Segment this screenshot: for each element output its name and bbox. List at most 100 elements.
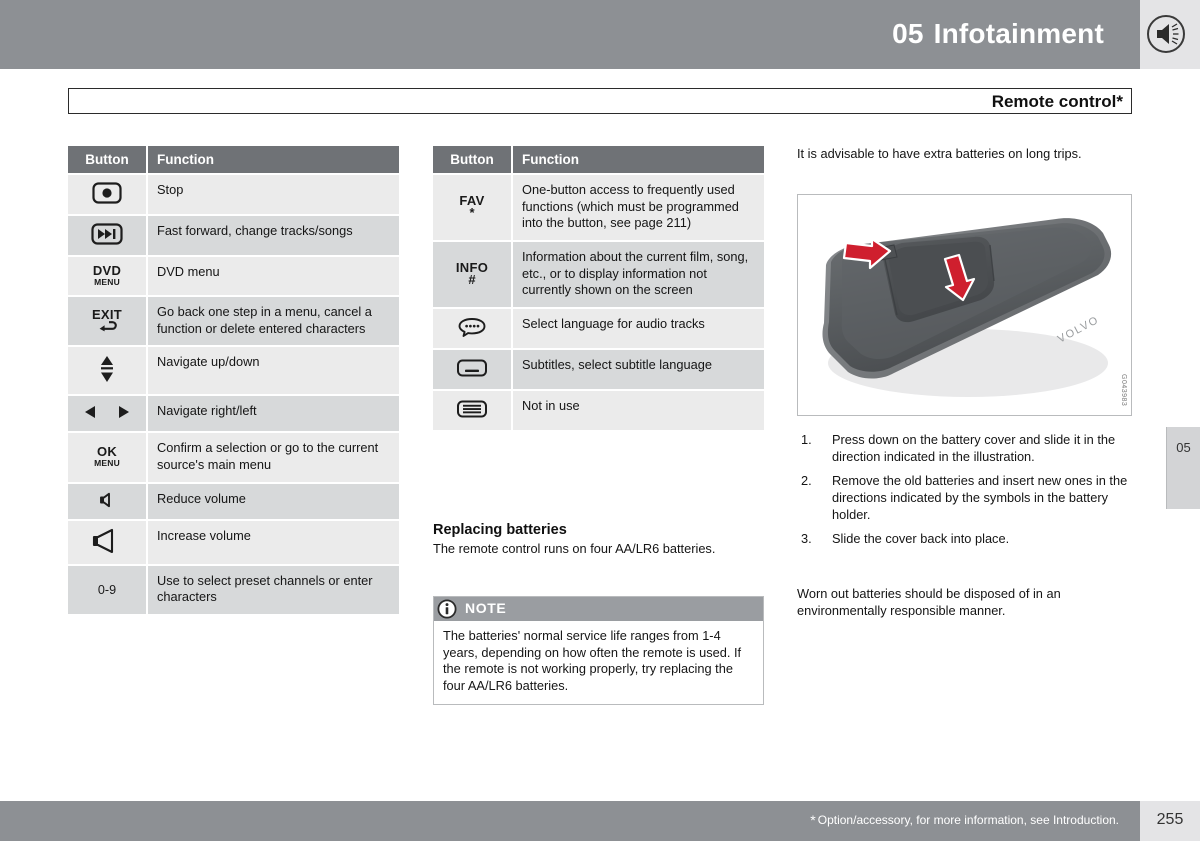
button-cell xyxy=(68,215,148,257)
replacing-batteries-intro: The remote control runs on four AA/LR6 b… xyxy=(433,541,716,556)
header-divider xyxy=(0,69,1200,75)
button-function-table-middle: Button Function FAV * One-button access … xyxy=(433,146,764,432)
exit-icon: EXIT xyxy=(92,308,122,335)
button-function-table-left: Button Function Stop Fast forward, chang… xyxy=(68,146,399,616)
function-cell: Go back one step in a menu, cancel a fun… xyxy=(147,296,399,348)
disposal-note: Worn out batteries should be disposed of… xyxy=(797,586,1061,618)
remote-control-illustration: VOLVO G043983 xyxy=(797,194,1132,416)
speaker-icon xyxy=(1146,14,1186,54)
page-number: 255 xyxy=(1156,811,1184,828)
ok-label: OK xyxy=(96,444,118,460)
menu-sublabel: MENU xyxy=(94,458,120,469)
left-right-arrows-icon xyxy=(82,403,132,424)
page-header: 05 Infotainment xyxy=(0,0,1200,69)
table-row: Subtitles, select subtitle language xyxy=(433,348,764,391)
audio-language-icon xyxy=(457,316,487,341)
figure-code: G043983 xyxy=(1120,373,1127,406)
button-cell xyxy=(68,395,148,434)
list-item: 1. Press down on the battery cover and s… xyxy=(797,432,1135,465)
info-hash-text: INFO # xyxy=(456,261,488,286)
footnote-text: Option/accessory, for more information, … xyxy=(817,813,1119,827)
function-cell: Information about the current film, song… xyxy=(512,240,764,309)
note-header: NOTE xyxy=(434,597,763,621)
chapter-title-text: Infotainment xyxy=(933,18,1104,49)
button-cell xyxy=(433,389,513,432)
step-text: Press down on the battery cover and slid… xyxy=(832,432,1116,464)
table-header-row: Button Function xyxy=(433,146,764,175)
function-cell: Use to select preset channels or enter c… xyxy=(147,564,399,616)
fav-star-text: FAV * xyxy=(459,194,484,219)
column-header-button: Button xyxy=(68,146,148,175)
button-cell xyxy=(68,519,148,566)
table-row: OK MENU Confirm a selection or go to the… xyxy=(68,432,399,484)
table-header-row: Button Function xyxy=(68,146,399,175)
section-title: Remote control* xyxy=(991,92,1123,111)
remote-battery-cover-figure: VOLVO xyxy=(798,195,1131,415)
button-cell xyxy=(433,348,513,391)
exit-label: EXIT xyxy=(91,306,123,322)
table-row: 0-9 Use to select preset channels or ent… xyxy=(68,564,399,616)
list-icon xyxy=(456,398,488,423)
extra-batteries-text: It is advisable to have extra batteries … xyxy=(797,146,1082,161)
table-row: Select language for audio tracks xyxy=(433,307,764,350)
up-down-arrows-icon xyxy=(98,354,116,387)
chapter-side-tab-label: 05 xyxy=(1176,440,1191,455)
volume-up-icon xyxy=(90,528,124,557)
function-cell: Fast forward, change tracks/songs xyxy=(147,215,399,257)
back-arrow-icon xyxy=(97,320,117,335)
button-cell: INFO # xyxy=(433,240,513,309)
fast-forward-icon xyxy=(91,223,123,248)
function-cell: Not in use xyxy=(512,389,764,432)
function-cell: Confirm a selection or go to the current… xyxy=(147,432,399,484)
ok-menu-text: OK MENU xyxy=(94,445,120,468)
menu-sublabel: MENU xyxy=(94,277,120,287)
button-cell: DVD MENU xyxy=(68,256,148,297)
table-row: INFO # Information about the current fil… xyxy=(433,240,764,309)
button-cell xyxy=(433,307,513,350)
section-header-rule: Remote control* xyxy=(68,88,1132,114)
table-row: Reduce volume xyxy=(68,482,399,521)
chapter-side-tab[interactable]: 05 xyxy=(1166,427,1200,509)
star-sublabel: * xyxy=(469,205,475,221)
table-row: EXIT Go back one step in a menu, cancel … xyxy=(68,296,399,348)
step-text: Slide the cover back into place. xyxy=(832,531,1010,547)
step-number: 2. xyxy=(801,473,812,489)
button-cell: OK MENU xyxy=(68,432,148,484)
replacing-batteries-heading: Replacing batteries xyxy=(433,522,567,538)
button-cell: FAV * xyxy=(433,174,513,242)
function-cell: One-button access to frequently used fun… xyxy=(512,174,764,242)
function-cell: Stop xyxy=(147,174,399,216)
button-cell: EXIT xyxy=(68,296,148,348)
table-row: DVD MENU DVD menu xyxy=(68,256,399,297)
function-cell: Reduce volume xyxy=(147,482,399,521)
step-number: 3. xyxy=(801,531,812,547)
dvd-menu-text: DVD MENU xyxy=(93,264,121,287)
table-row: Not in use xyxy=(433,389,764,432)
stop-icon xyxy=(92,182,122,207)
list-item: 2. Remove the old batteries and insert n… xyxy=(797,473,1135,523)
table-row: Increase volume xyxy=(68,519,399,566)
function-cell: Subtitles, select subtitle language xyxy=(512,348,764,391)
page-title: 05 Infotainment xyxy=(892,18,1104,50)
chapter-number: 05 xyxy=(892,18,924,49)
hash-sublabel: # xyxy=(468,272,476,288)
asterisk-icon: * xyxy=(810,812,816,828)
battery-replacement-steps: 1. Press down on the battery cover and s… xyxy=(797,432,1135,556)
button-cell xyxy=(68,482,148,521)
note-text: The batteries' normal service life range… xyxy=(443,628,742,693)
function-cell: Navigate right/left xyxy=(147,395,399,434)
info-icon xyxy=(437,599,457,619)
function-cell: Increase volume xyxy=(147,519,399,566)
footnote: * Option/accessory, for more information,… xyxy=(810,812,1119,828)
table-row: Navigate up/down xyxy=(68,346,399,397)
button-cell: 0-9 xyxy=(68,564,148,616)
function-cell: DVD menu xyxy=(147,256,399,297)
note-label: NOTE xyxy=(465,600,507,616)
step-text: Remove the old batteries and insert new … xyxy=(832,473,1128,522)
column-header-function: Function xyxy=(512,146,764,175)
function-cell: Select language for audio tracks xyxy=(512,307,764,350)
note-box: NOTE The batteries' normal service life … xyxy=(433,596,764,705)
dvd-label: DVD xyxy=(92,263,122,278)
step-number: 1. xyxy=(801,432,812,447)
table-row: Fast forward, change tracks/songs xyxy=(68,215,399,257)
